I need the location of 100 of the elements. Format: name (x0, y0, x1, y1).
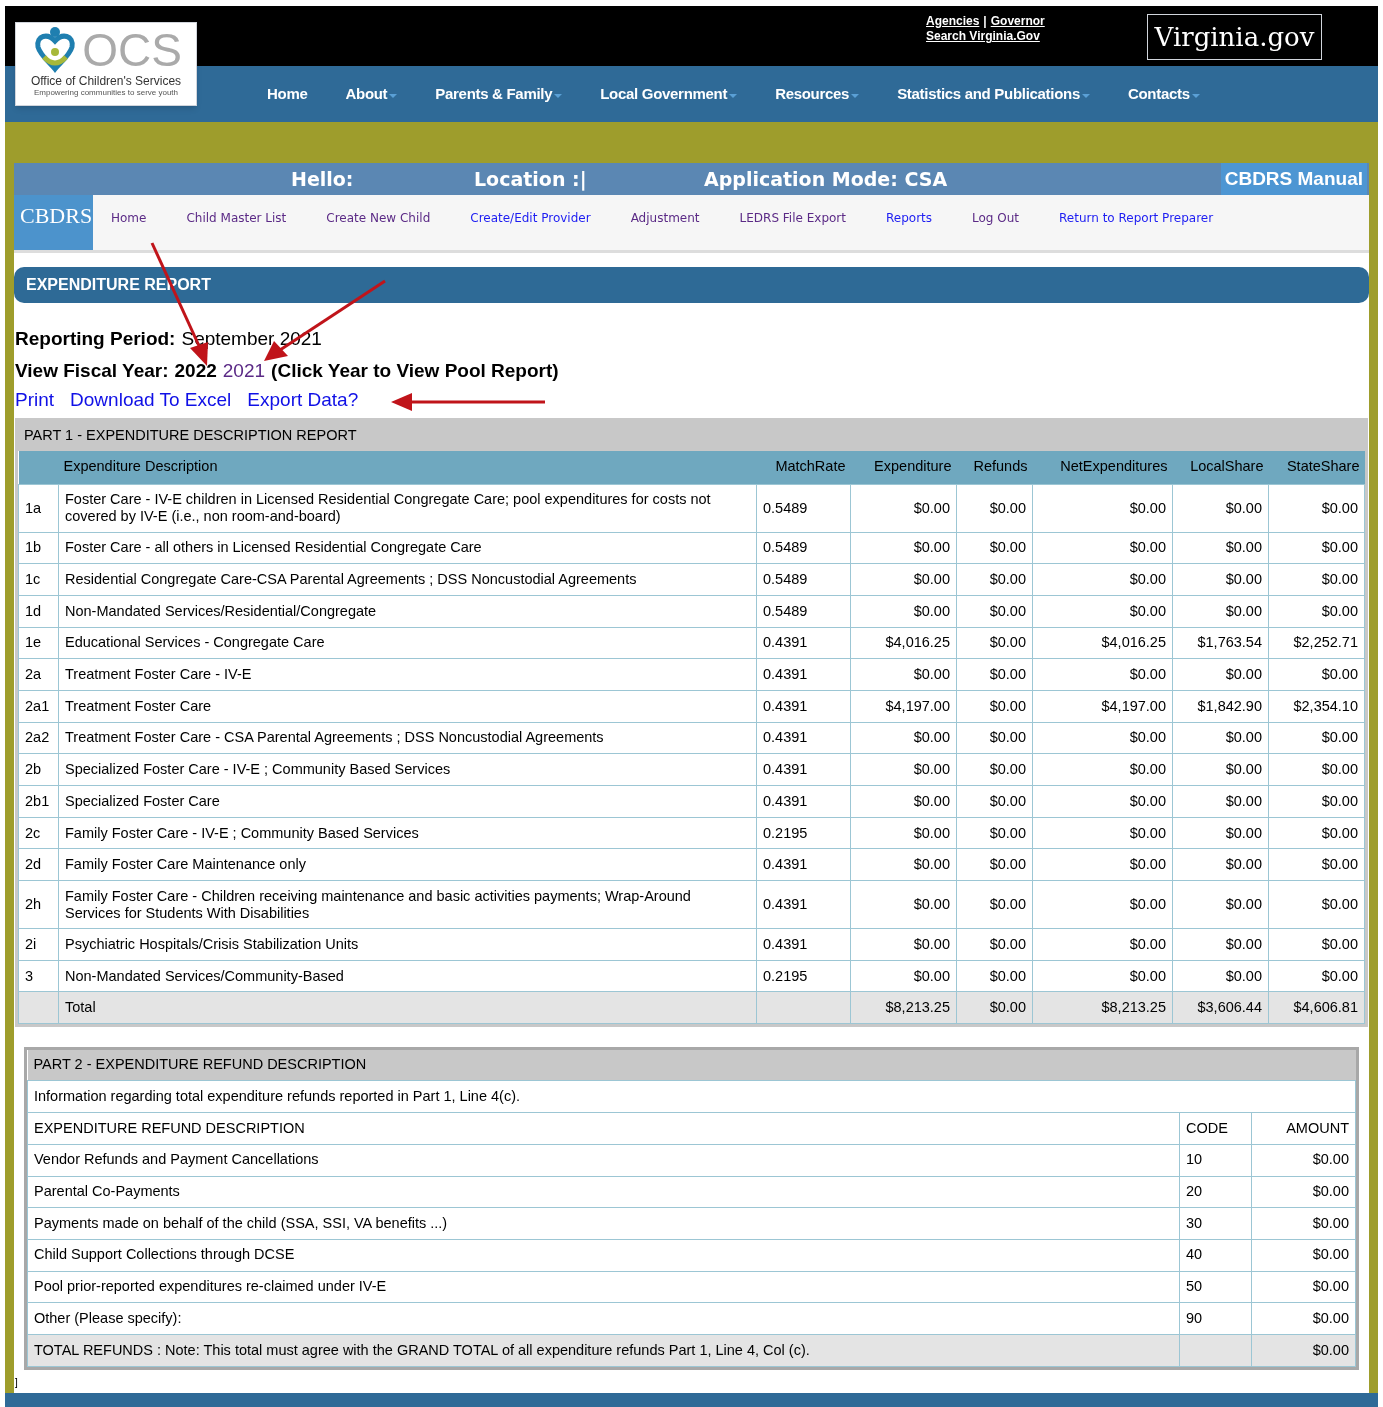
caret-icon (1081, 94, 1090, 98)
state-logo[interactable]: Virginia.gov (1147, 14, 1322, 60)
year-link[interactable]: 2021 (222, 355, 266, 387)
menu-link[interactable]: Home (111, 209, 147, 250)
table-cell: $0.00 (913, 729, 950, 746)
table-cell: $0.00 (989, 896, 1026, 913)
table-cell: $0.00 (1225, 602, 1262, 619)
table-cell: 1c (25, 571, 41, 588)
link-separator: | (983, 14, 987, 29)
table-cell: $0.00 (1129, 792, 1166, 809)
logo-mark: OCS (82, 27, 182, 73)
action-link[interactable]: Export Data? (247, 387, 359, 413)
table-cell: $0.00 (1312, 1183, 1349, 1200)
nav-item[interactable]: Contacts (1127, 82, 1200, 106)
nav-item[interactable]: Home (267, 82, 308, 106)
table-cell: 0.4391 (763, 761, 808, 778)
table-cell: 0.2195 (763, 967, 808, 984)
table-cell: $0.00 (1225, 666, 1262, 683)
table-cell: $0.00 (989, 602, 1026, 619)
table-cell: 1e (25, 634, 42, 651)
table-cell: $0.00 (1312, 1341, 1349, 1358)
table-cell: 10 (1186, 1151, 1203, 1168)
nav-item[interactable]: About (345, 82, 398, 106)
table-cell: Non-Mandated Services/Residential/Congregate (65, 602, 377, 619)
column-header: LocalShare (1172, 451, 1269, 484)
table-cell: $0.00 (913, 967, 950, 984)
table-cell: $0.00 (989, 634, 1026, 651)
table-cell: $8,213.25 (1101, 999, 1166, 1016)
table-cell: $1,842.90 (1197, 697, 1262, 714)
table-cell: 0.4391 (763, 935, 808, 952)
table-cell: $0.00 (913, 896, 950, 913)
table-cell: 1b (25, 539, 42, 556)
table-cell: $0.00 (1312, 1151, 1349, 1168)
table-cell: Psychiatric Hospitals/Crisis Stabilization Units (65, 935, 359, 952)
year-note: (Click Year to View Pool Report) (271, 359, 559, 383)
table-cell: 0.4391 (763, 697, 808, 714)
menu-link[interactable]: Log Out (972, 209, 1020, 250)
search-link[interactable]: Search Virginia.Gov (926, 29, 1045, 44)
table-cell: 0.4391 (763, 729, 808, 746)
column-header: MatchRate (756, 451, 851, 484)
logo[interactable]: OCS Office of Children's Services Empowering communities to serve youth (15, 22, 197, 106)
table-cell: $0.00 (1312, 1214, 1349, 1231)
nav-item[interactable]: Statistics and Publications (897, 82, 1090, 106)
table-cell: Non-Mandated Services/Community-Based (65, 967, 344, 984)
table-cell: $0.00 (1321, 824, 1358, 841)
table-cell: Parental Co-Payments (34, 1183, 180, 1200)
table-cell: Payments made on behalf of the child (SSA, SSI, VA benefits ...) (34, 1214, 448, 1231)
table-cell: $2,252.71 (1293, 634, 1358, 651)
agencies-link[interactable]: Agencies (926, 14, 980, 29)
table-cell: Pool prior-reported expenditures re-claimed under IV-E (34, 1278, 387, 1295)
table-cell: 50 (1186, 1278, 1203, 1295)
table-cell: 0.4391 (763, 666, 808, 683)
table-cell: $0.00 (989, 935, 1026, 952)
table-cell: 2a (25, 666, 42, 683)
table-cell: 2b1 (25, 792, 50, 809)
table-cell: Treatment Foster Care (65, 697, 212, 714)
menu-link[interactable]: Create/Edit Provider (470, 209, 591, 250)
table-cell: $0.00 (913, 761, 950, 778)
table-cell: Foster Care - all others in Licensed Residential Congregate Care (65, 539, 482, 556)
column-header: StateShare (1268, 451, 1365, 484)
table-cell: $3,606.44 (1197, 999, 1262, 1016)
table-cell: $0.00 (1321, 935, 1358, 952)
hello-label: Hello: (291, 166, 354, 192)
table-cell: $0.00 (989, 999, 1026, 1016)
nav-item[interactable]: Local Government (600, 82, 738, 106)
table-cell: $0.00 (913, 539, 950, 556)
nav-item[interactable]: Resources (775, 82, 860, 106)
menu-link[interactable]: Return to Report Preparer (1059, 209, 1214, 250)
action-link[interactable]: Download To Excel (70, 387, 232, 413)
logo-name: Office of Children's Services (30, 75, 182, 88)
table-cell: $0.00 (989, 824, 1026, 841)
table-cell: $0.00 (1225, 792, 1262, 809)
table-cell: $0.00 (1129, 856, 1166, 873)
governor-link[interactable]: Governor (990, 14, 1045, 29)
table-cell: $0.00 (1321, 792, 1358, 809)
table-cell: $0.00 (1129, 761, 1166, 778)
nav-item[interactable]: Parents & Family (435, 82, 563, 106)
menu-link[interactable]: Create New Child (326, 209, 431, 250)
table-cell: 0.2195 (763, 824, 808, 841)
table-cell: $0.00 (1129, 539, 1166, 556)
table-cell: Total (65, 999, 96, 1016)
table-cell: $0.00 (989, 499, 1026, 516)
table-cell: Family Foster Care - IV-E ; Community Based Services (65, 824, 419, 841)
table-cell: $0.00 (989, 967, 1026, 984)
table-cell: Educational Services - Congregate Care (65, 634, 325, 651)
table-cell: 30 (1186, 1214, 1203, 1231)
menu-link[interactable]: Child Master List (186, 209, 287, 250)
table-cell: Residential Congregate Care-CSA Parental Agreements ; DSS Noncustodial Agreements (65, 571, 637, 588)
menu-link[interactable]: Reports (886, 209, 932, 250)
table-cell: $0.00 (1129, 824, 1166, 841)
table-cell: 1a (25, 499, 42, 516)
table-cell: $0.00 (1321, 967, 1358, 984)
table-cell: $0.00 (1225, 896, 1262, 913)
action-link[interactable]: Print (15, 387, 55, 413)
column-header: Expenditure Description (58, 451, 757, 484)
menu-link[interactable]: Adjustment (630, 209, 700, 250)
column-header: NetExpenditures (1032, 451, 1173, 484)
menu-link[interactable]: LEDRS File Export (739, 209, 846, 250)
application-mode: Application Mode: CSA (704, 166, 948, 192)
location-label: Location :| (474, 166, 587, 193)
